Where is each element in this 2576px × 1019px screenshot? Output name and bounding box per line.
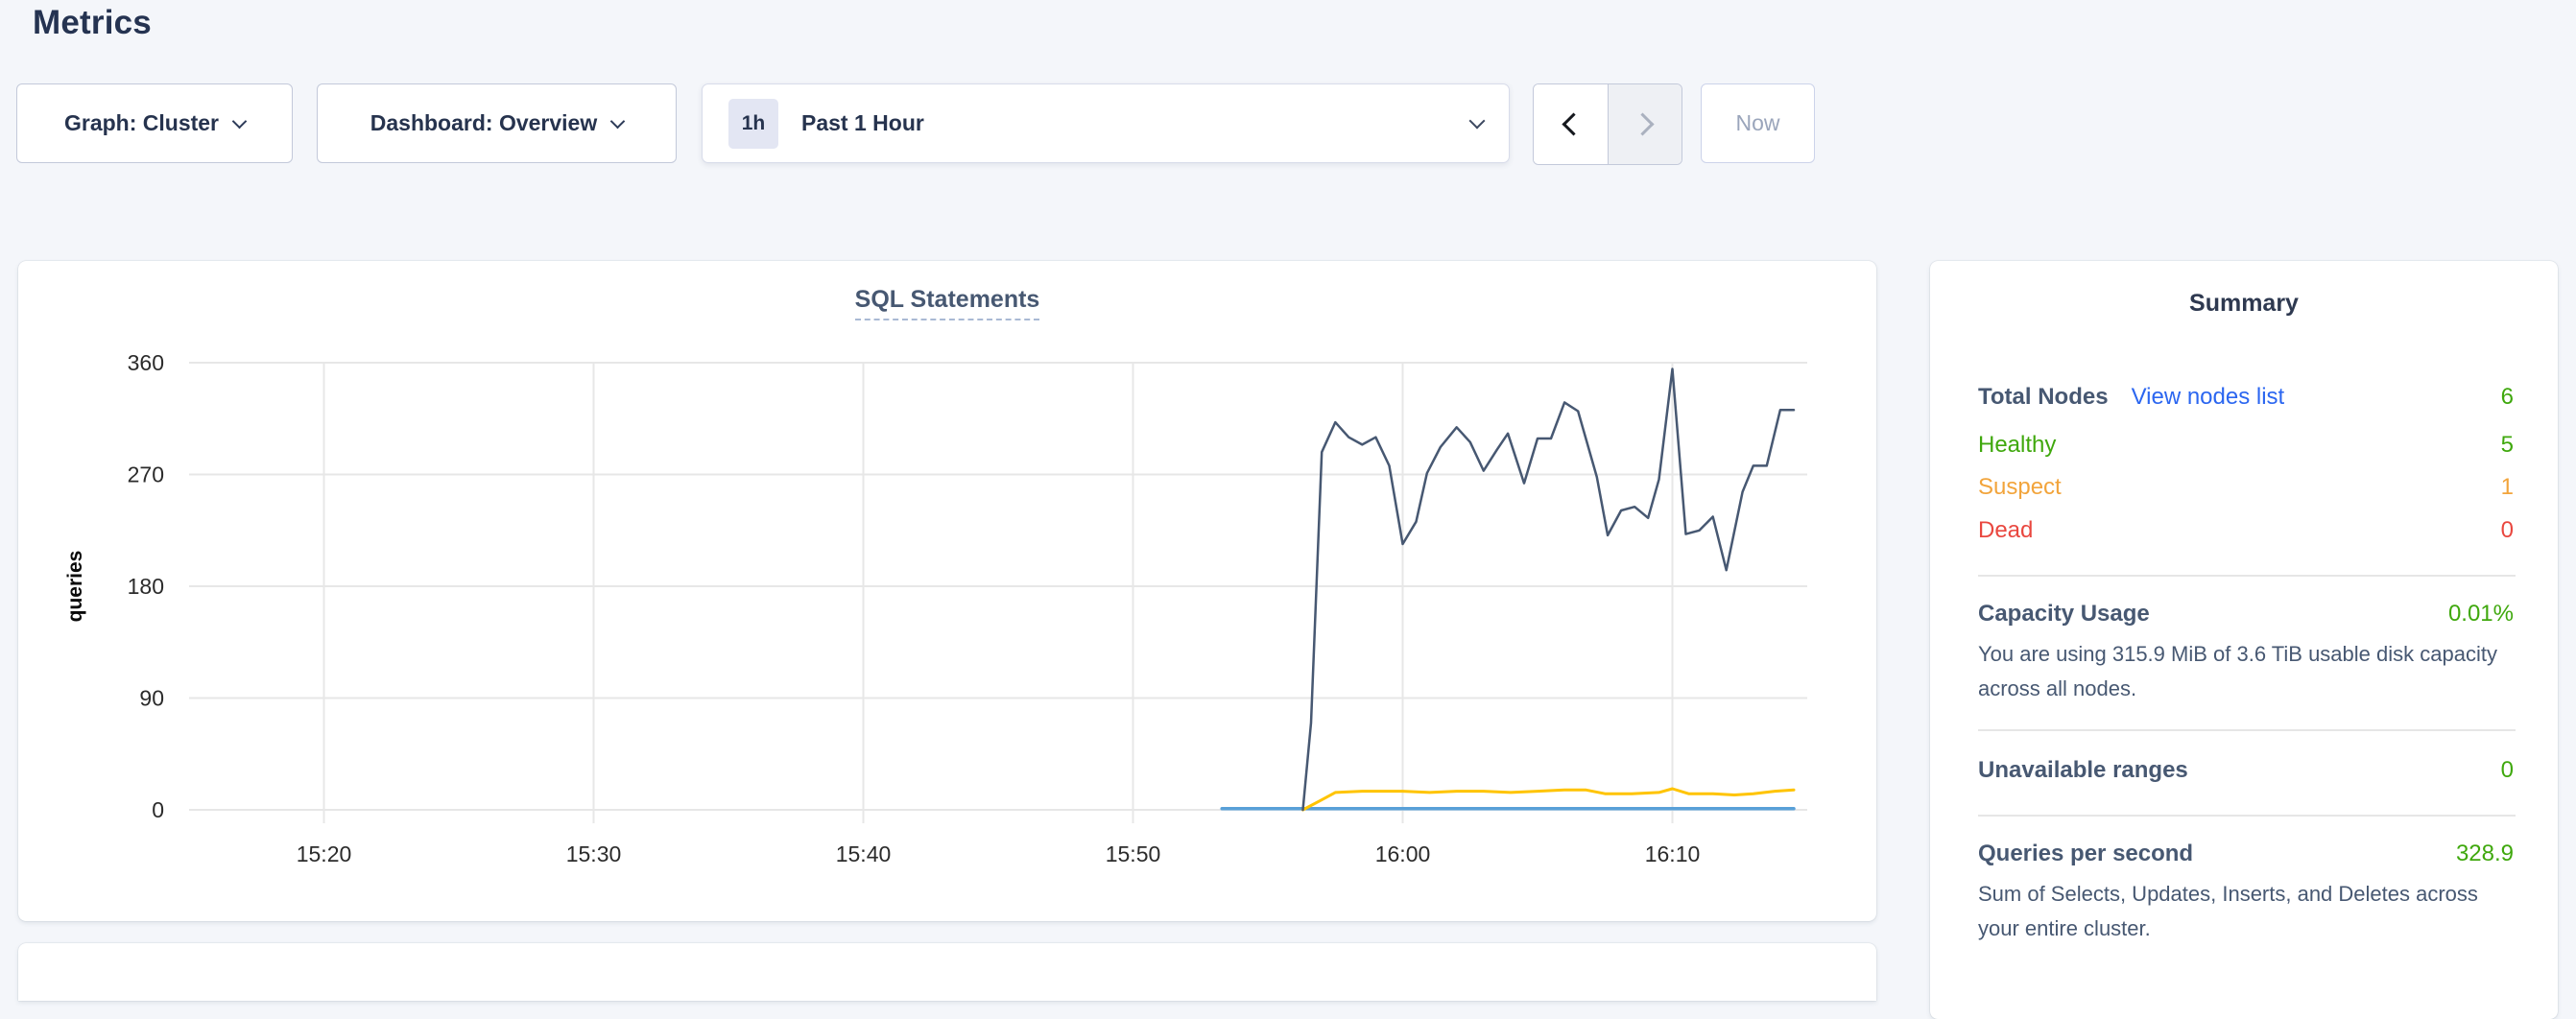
- divider: [1978, 729, 2516, 731]
- prev-time-button[interactable]: [1534, 84, 1608, 164]
- suspect-label: Suspect: [1978, 474, 2062, 501]
- suspect-value: 1: [2501, 474, 2514, 501]
- capacity-usage-description: You are using 315.9 MiB of 3.6 TiB usabl…: [1978, 637, 2521, 706]
- graph-dropdown-label: Graph: Cluster: [64, 110, 219, 136]
- chevron-right-icon: [1631, 112, 1654, 135]
- unavailable-ranges-row: Unavailable ranges 0: [1978, 757, 2514, 784]
- view-nodes-list-link[interactable]: View nodes list: [2132, 384, 2285, 410]
- chevron-down-icon: [232, 113, 248, 129]
- queries-per-second-label: Queries per second: [1978, 841, 2193, 867]
- dead-value: 0: [2501, 517, 2514, 544]
- svg-text:15:40: 15:40: [836, 841, 892, 866]
- svg-text:0: 0: [152, 797, 164, 822]
- svg-text:180: 180: [128, 574, 164, 599]
- svg-text:queries: queries: [64, 551, 86, 623]
- next-time-button[interactable]: [1608, 84, 1682, 164]
- time-window-badge: 1h: [728, 99, 778, 149]
- time-pager: [1533, 83, 1682, 165]
- suspect-nodes-row: Suspect 1: [1978, 474, 2514, 501]
- total-nodes-row: Total Nodes View nodes list 6: [1978, 384, 2514, 411]
- dashboard-dropdown[interactable]: Dashboard: Overview: [317, 83, 677, 163]
- healthy-label: Healthy: [1978, 432, 2056, 459]
- summary-title: Summary: [1930, 290, 2558, 318]
- chevron-left-icon: [1562, 112, 1585, 135]
- page-title: Metrics: [33, 0, 152, 46]
- graph-dropdown[interactable]: Graph: Cluster: [16, 83, 293, 163]
- chevron-down-icon: [1469, 113, 1486, 130]
- next-chart-card: [18, 943, 1876, 1001]
- divider: [1978, 575, 2516, 577]
- svg-text:15:20: 15:20: [297, 841, 352, 866]
- svg-text:16:10: 16:10: [1645, 841, 1701, 866]
- queries-per-second-row: Queries per second 328.9: [1978, 841, 2514, 867]
- svg-text:270: 270: [128, 462, 164, 487]
- dead-nodes-row: Dead 0: [1978, 517, 2514, 544]
- sql-statements-chart-card: SQL Statements 15:2015:3015:4015:5016:00…: [18, 261, 1876, 921]
- healthy-value: 5: [2501, 432, 2514, 459]
- capacity-usage-row: Capacity Usage 0.01%: [1978, 601, 2514, 628]
- divider: [1978, 815, 2516, 817]
- dashboard-dropdown-label: Dashboard: Overview: [370, 110, 597, 136]
- unavailable-ranges-label: Unavailable ranges: [1978, 757, 2188, 784]
- total-nodes-value: 6: [2501, 384, 2514, 411]
- sql-chart-svg[interactable]: 15:20 15:30 15:40 15:50 16:00 16:10 0 90 180 270 3…: [18, 261, 1876, 921]
- capacity-usage-value: 0.01%: [2448, 601, 2514, 628]
- queries-per-second-value: 328.9: [2456, 841, 2514, 867]
- svg-text:15:30: 15:30: [566, 841, 622, 866]
- unavailable-ranges-value: 0: [2501, 757, 2514, 784]
- healthy-nodes-row: Healthy 5: [1978, 432, 2514, 459]
- svg-text:90: 90: [139, 686, 164, 711]
- svg-text:360: 360: [128, 350, 164, 375]
- total-nodes-label: Total Nodes: [1978, 384, 2109, 410]
- queries-per-second-description: Sum of Selects, Updates, Inserts, and De…: [1978, 877, 2521, 946]
- dead-label: Dead: [1978, 517, 2033, 544]
- capacity-usage-label: Capacity Usage: [1978, 601, 2150, 628]
- svg-text:16:00: 16:00: [1375, 841, 1431, 866]
- chevron-down-icon: [610, 113, 626, 129]
- summary-panel: Summary Total Nodes View nodes list 6 Hea…: [1930, 261, 2558, 1019]
- time-window-label: Past 1 Hour: [801, 110, 1471, 136]
- svg-text:15:50: 15:50: [1106, 841, 1161, 866]
- now-button[interactable]: Now: [1701, 83, 1815, 163]
- time-window-selector[interactable]: 1h Past 1 Hour: [702, 83, 1510, 163]
